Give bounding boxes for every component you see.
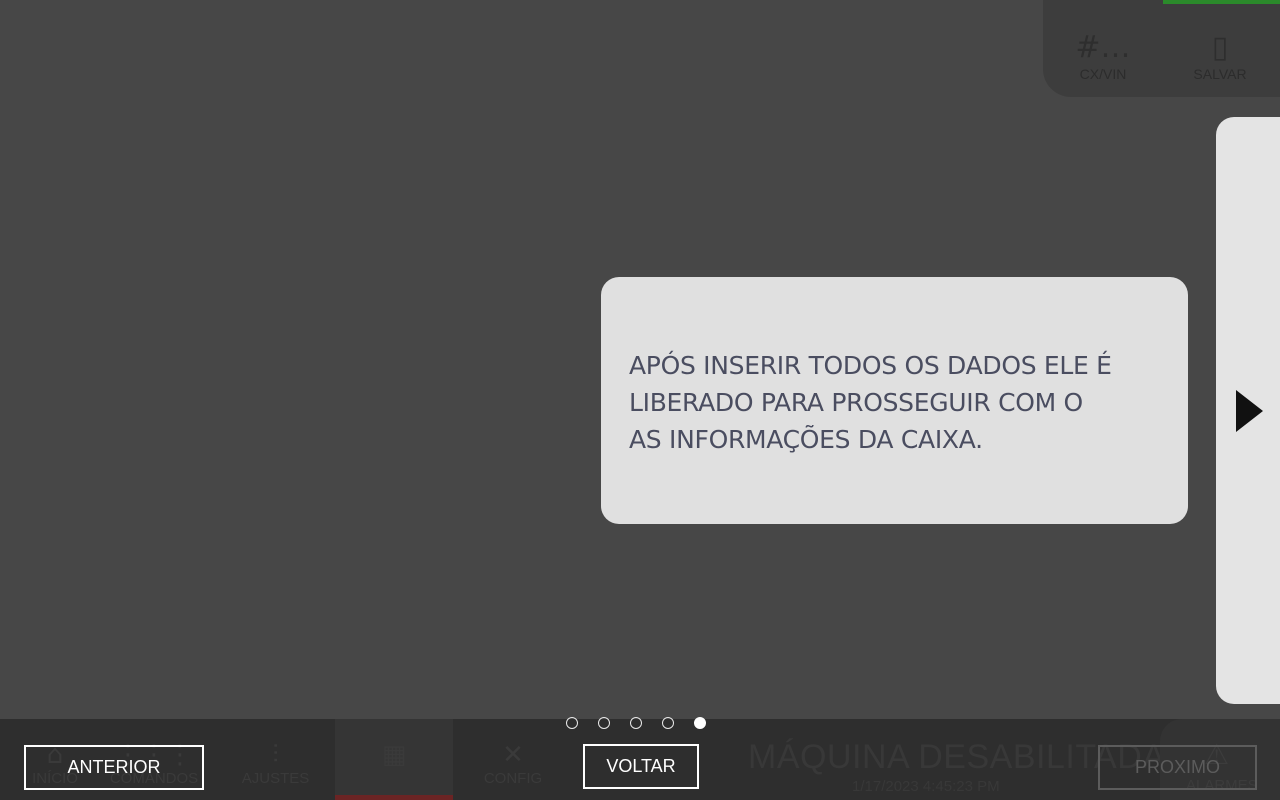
next-button[interactable]: PROXIMO <box>1098 745 1257 790</box>
cx-vin-button[interactable]: #… CX/VIN <box>1058 30 1148 90</box>
cx-vin-label: CX/VIN <box>1079 66 1127 82</box>
machine-status-datetime: 1/17/2023 4:45:23 PM <box>852 778 1000 795</box>
step-dot-active[interactable] <box>694 717 706 729</box>
sd-card-icon: ▯ <box>1211 30 1229 65</box>
nav-item-caixa[interactable]: ▦ <box>355 740 433 770</box>
save-button[interactable]: ▯ SALVAR <box>1175 30 1265 90</box>
step-dot[interactable] <box>630 717 642 729</box>
hash-icon: #… <box>1075 30 1131 65</box>
step-indicator <box>566 717 706 731</box>
step-dot[interactable] <box>662 717 674 729</box>
step-dot[interactable] <box>566 717 578 729</box>
nav-active-indicator <box>335 795 453 800</box>
nav-item-label: CONFIG <box>483 770 543 787</box>
nav-item-ajustes[interactable]: ⫶ AJUSTES <box>238 740 313 787</box>
step-dot[interactable] <box>598 717 610 729</box>
back-button[interactable]: VOLTAR <box>583 744 699 789</box>
box-icon: ▦ <box>381 740 407 770</box>
tools-icon: ✕ <box>502 740 524 770</box>
save-label: SALVAR <box>1193 66 1247 82</box>
sliders-icon: ⫶ <box>272 740 279 770</box>
tutorial-message: APÓS INSERIR TODOS OS DADOS ELE É LIBERA… <box>629 351 1112 454</box>
previous-button[interactable]: ANTERIOR <box>24 745 204 790</box>
status-indicator-bar <box>1163 0 1280 4</box>
nav-item-label: AJUSTES <box>241 770 310 787</box>
nav-item-config[interactable]: ✕ CONFIG <box>478 740 548 787</box>
play-arrow-icon[interactable] <box>1236 390 1263 432</box>
tutorial-tooltip-card: APÓS INSERIR TODOS OS DADOS ELE É LIBERA… <box>601 277 1188 524</box>
